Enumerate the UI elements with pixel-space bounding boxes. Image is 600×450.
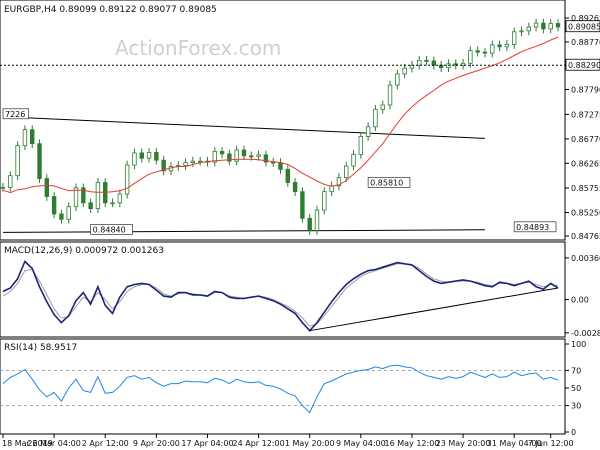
candle-body — [22, 129, 28, 147]
candle-body — [183, 162, 188, 166]
price-tag-label: 0.89085 — [568, 23, 600, 32]
x-tick-label: 9 May 04:00 — [336, 439, 386, 448]
candle-body — [533, 22, 539, 28]
price-tick-label: 0.86770 — [571, 135, 600, 144]
candle-body — [190, 160, 196, 164]
candle-body — [358, 136, 364, 155]
candle-body — [511, 31, 517, 45]
candle-body — [59, 213, 64, 220]
candle-body — [124, 164, 130, 195]
candle-body — [219, 151, 225, 155]
macd-tick-label: -0.002886 — [571, 329, 600, 338]
candle-body — [431, 60, 437, 66]
rsi-tick-label: 70 — [571, 366, 581, 375]
price-annotation-label: 0.84893 — [516, 223, 549, 232]
candle-body — [154, 152, 159, 161]
candle-body — [468, 50, 473, 64]
candle-body — [8, 175, 13, 188]
candle-body — [37, 143, 42, 179]
candle-body — [44, 178, 50, 197]
candle-body — [497, 44, 502, 48]
chart-canvas: EURGBP,H4 0.89099 0.89122 0.89077 0.8908… — [0, 0, 600, 450]
candle-body — [146, 152, 152, 159]
rsi-tick-label: 0 — [571, 428, 576, 437]
candle-body — [307, 217, 312, 231]
candle-body — [117, 193, 123, 204]
candle-body — [51, 196, 57, 215]
candle-body — [490, 44, 495, 54]
candle-body — [66, 206, 71, 220]
chart-background — [0, 0, 600, 450]
candle-body — [351, 153, 356, 167]
price-tick-label: 0.86265 — [571, 159, 600, 168]
x-tick-label: 23 May 20:00 — [436, 439, 491, 448]
candle-body — [395, 73, 400, 86]
price-tick-label: 0.88770 — [571, 38, 600, 47]
candle-body — [95, 182, 101, 210]
candle-body — [139, 152, 144, 159]
rsi-title: RSI(14) 58.9517 — [4, 343, 77, 353]
price-tag-label: 0.88290 — [568, 61, 600, 70]
candle-body — [424, 59, 429, 62]
x-tick-label: 1 May 20:00 — [285, 439, 335, 448]
x-tick-label: 7 Jun 12:00 — [528, 439, 574, 448]
x-tick-label: 24 Apr 12:00 — [233, 439, 285, 448]
price-tick-label: 0.84765 — [571, 232, 600, 241]
candle-body — [278, 162, 283, 170]
symbol-header: EURGBP,H4 0.89099 0.89122 0.89077 0.8908… — [4, 5, 217, 15]
candle-body — [241, 149, 247, 157]
candle-body — [88, 202, 93, 210]
price-tick-label: 0.85755 — [571, 184, 600, 193]
candle-body — [519, 30, 524, 33]
price-annotation-label: 7226 — [5, 110, 25, 119]
x-tick-label: 26 Mar 04:00 — [27, 439, 80, 448]
candle-body — [555, 23, 561, 28]
candle-body — [132, 152, 137, 166]
candle-body — [541, 22, 546, 30]
macd-tick-label: 0.00 — [571, 296, 589, 305]
candle-body — [475, 50, 480, 53]
candle-body — [380, 104, 385, 110]
candle-body — [30, 129, 35, 145]
candle-body — [322, 191, 327, 211]
rsi-tick-label: 50 — [571, 384, 581, 393]
price-annotation-label: 0.85810 — [370, 178, 403, 187]
candle-body — [548, 23, 553, 30]
x-tick-label: 9 Apr 20:00 — [133, 439, 180, 448]
candle-body — [256, 154, 261, 157]
price-tick-label: 0.85250 — [571, 209, 600, 218]
candle-body — [292, 182, 298, 193]
candle-body — [402, 67, 407, 75]
macd-tick-label: 0.003608 — [571, 254, 600, 263]
watermark: ActionForex.com — [115, 36, 281, 60]
candle-body — [314, 209, 320, 231]
x-tick-label: 16 May 12:00 — [385, 439, 440, 448]
candle-body — [285, 168, 291, 183]
candle-body — [300, 191, 305, 219]
candle-body — [526, 26, 531, 32]
candle-body — [249, 155, 254, 158]
candle-body — [110, 202, 115, 205]
candle-body — [387, 84, 393, 106]
candle-body — [417, 59, 422, 66]
candle-body — [344, 165, 349, 179]
candle-body — [365, 126, 371, 137]
x-tick-label: 17 Apr 04:00 — [181, 439, 233, 448]
candle-body — [15, 145, 20, 177]
rsi-tick-label: 100 — [571, 340, 586, 349]
price-tick-label: 0.87275 — [571, 110, 600, 119]
price-tick-label: 0.87790 — [571, 85, 600, 94]
macd-title: MACD(12,26,9) 0.000972 0.001263 — [4, 246, 164, 256]
candle-body — [0, 186, 6, 189]
x-tick-label: 2 Apr 12:00 — [82, 439, 129, 448]
rsi-tick-label: 30 — [571, 402, 581, 411]
candle-body — [373, 108, 378, 128]
candle-body — [504, 44, 510, 48]
candle-body — [482, 51, 488, 54]
price-annotation-label: 0.84840 — [93, 225, 126, 234]
